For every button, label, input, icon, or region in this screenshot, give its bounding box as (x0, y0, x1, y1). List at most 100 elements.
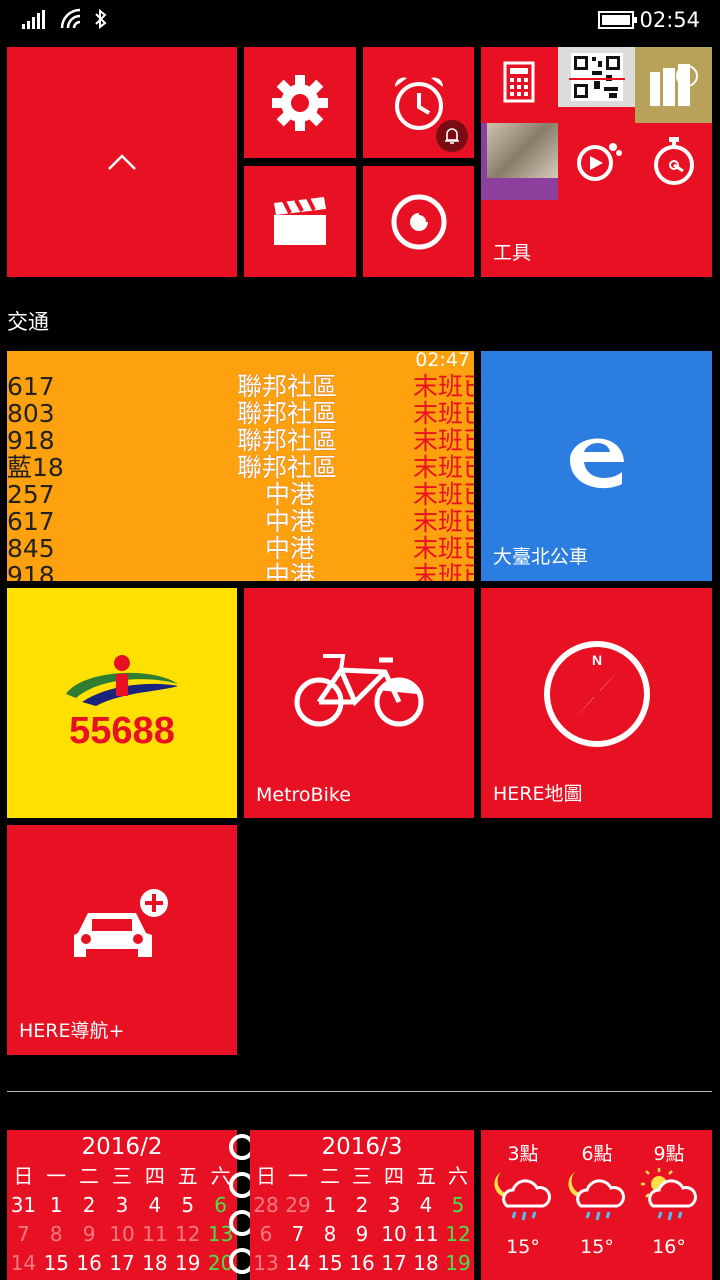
calendar-day: 13 (253, 1251, 279, 1275)
groove-music-tile[interactable] (363, 166, 474, 277)
clock: 02:54 (639, 8, 700, 32)
weather-hour: 9點 (653, 1143, 685, 1165)
car-plus-icon (74, 889, 168, 957)
calendar-week-row: 31 1 2 3 4 5 6 (7, 1191, 237, 1220)
weekday: 四 (384, 1164, 404, 1188)
weekday: 六 (448, 1164, 468, 1188)
calendar-weekday-row: 日 一 二 三 四 五 六 (7, 1162, 237, 1191)
calendar-month-title: 2016/2 (81, 1134, 163, 1160)
calendar-day: 15 (43, 1251, 70, 1275)
bus-route: 845 (7, 534, 55, 563)
bus-route: 918 (7, 426, 55, 455)
tools-folder-tile[interactable]: 工具 (481, 47, 712, 277)
bus-stop: 中港 (265, 507, 316, 536)
calendar-day: 16 (349, 1251, 375, 1275)
bus-row: 617 中港 末班已 (7, 508, 474, 535)
taipei-bus-app-label: 大臺北公車 (493, 546, 589, 568)
metrobike-tile[interactable]: MetroBike (244, 588, 474, 818)
bus-route: 617 (7, 372, 55, 401)
calendar-day: 9 (355, 1222, 369, 1246)
calendar-day: 11 (142, 1222, 168, 1246)
bus-route: 藍18 (7, 453, 64, 482)
collapse-group-tile[interactable] (7, 47, 237, 277)
calendar-day: 8 (49, 1222, 63, 1246)
svg-text:N: N (591, 652, 601, 668)
calendar-week-row: 6 7 8 9 10 11 12 (250, 1220, 474, 1249)
calendar-week-row: 28 29 1 2 3 4 5 (250, 1191, 474, 1220)
calendar-day: 1 (49, 1193, 63, 1217)
calendar-day: 8 (323, 1222, 337, 1246)
bus-stop: 聯邦社區 (237, 453, 338, 482)
compass-icon: N (543, 641, 650, 747)
bus-status: 末班已 (413, 534, 474, 563)
calendar-day: 15 (317, 1251, 343, 1275)
calendar-day: 18 (142, 1251, 168, 1275)
section-header-traffic[interactable]: 交通 (7, 306, 49, 336)
calendar-day: 4 (148, 1193, 162, 1217)
alarm-clock-icon (394, 76, 443, 130)
taipei-bus-app-tile[interactable]: 大臺北公車 (481, 351, 712, 581)
moon-rain-cloud-icon (568, 1172, 625, 1221)
calendar-day: 11 (413, 1222, 439, 1246)
bus-row: 918 中港 末班已 (7, 562, 474, 581)
here-drive-tile[interactable]: HERE導航+ (7, 825, 237, 1055)
calendar-day: 29 (285, 1193, 311, 1217)
groove-music-icon (391, 194, 446, 249)
alarms-tile[interactable] (363, 47, 474, 158)
here-drive-label: HERE導航+ (19, 1020, 125, 1042)
calendar-day: 4 (419, 1193, 433, 1217)
bus-stop: 中港 (265, 561, 316, 581)
bus-status: 末班已 (413, 453, 474, 482)
calendar-day: 5 (181, 1193, 195, 1217)
calendar-tile-feb[interactable]: 2016/2 日 一 二 三 四 五 六 31 1 2 3 4 5 6 7 8 … (7, 1130, 237, 1280)
movies-tile[interactable] (244, 166, 356, 277)
wallet-app-icon (635, 47, 712, 123)
moon-rain-cloud-icon (494, 1172, 551, 1221)
settings-tile[interactable] (244, 47, 356, 158)
calendar-day: 10 (381, 1222, 407, 1246)
bus-row: 845 中港 末班已 (7, 535, 474, 562)
chevron-up-icon (108, 154, 136, 170)
bus-row: 803 聯邦社區 末班已 (7, 400, 474, 427)
calendar-day: 1 (323, 1193, 337, 1217)
clapperboard-icon (274, 196, 326, 245)
bus-stop: 聯邦社區 (237, 399, 338, 428)
calendar-day: 14 (285, 1251, 311, 1275)
edge-browser-icon (569, 438, 624, 489)
weekday: 日 (13, 1164, 34, 1188)
weekday: 五 (177, 1164, 198, 1188)
bus-status: 末班已 (413, 561, 474, 581)
calendar-day: 7 (17, 1222, 30, 1246)
calendar-day: 18 (413, 1251, 439, 1275)
bus-live-tile[interactable]: 02:47 617 聯邦社區 末班已 803 聯邦社區 末班已 918 聯邦社區… (7, 351, 474, 581)
bluetooth-icon (95, 8, 107, 30)
stopwatch-icon (654, 137, 694, 185)
calendar-day: 12 (445, 1222, 471, 1246)
weather-slot: 6點 15° (561, 1130, 633, 1258)
weekday: 五 (416, 1164, 436, 1188)
bus-route: 918 (7, 561, 55, 581)
weekday: 二 (320, 1164, 340, 1188)
music-recognition-icon (577, 143, 622, 181)
qr-scanner-icon (558, 47, 635, 107)
calendar-day: 12 (175, 1222, 201, 1246)
weekday: 一 (288, 1164, 308, 1188)
weather-hour: 6點 (581, 1143, 613, 1165)
calendar-day: 3 (115, 1193, 129, 1217)
calendar-week-row: 13 14 15 16 17 18 19 (250, 1249, 474, 1278)
bus-update-time: 02:47 (415, 351, 470, 371)
calendar-day: 6 (259, 1222, 273, 1246)
calendar-day: 14 (10, 1251, 37, 1275)
weekday: 二 (79, 1164, 100, 1188)
calendar-day: 3 (387, 1193, 401, 1217)
weekday: 三 (352, 1164, 372, 1188)
taxi-55688-tile[interactable]: 55688 (7, 588, 237, 818)
calendar-weekday-row: 日 一 二 三 四 五 六 (250, 1162, 474, 1191)
bus-row: 617 聯邦社區 末班已 (7, 373, 474, 400)
here-maps-tile[interactable]: N HERE地圖 (481, 588, 712, 818)
weather-tile[interactable]: 3點 15° 6點 15° 9點 16° (481, 1130, 712, 1280)
calendar-day: 19 (175, 1251, 201, 1275)
weekday: 四 (144, 1164, 165, 1188)
calendar-day: 17 (109, 1251, 135, 1275)
calendar-tile-mar[interactable]: 2016/3 日 一 二 三 四 五 六 28 29 1 2 3 4 5 6 7… (250, 1130, 474, 1280)
